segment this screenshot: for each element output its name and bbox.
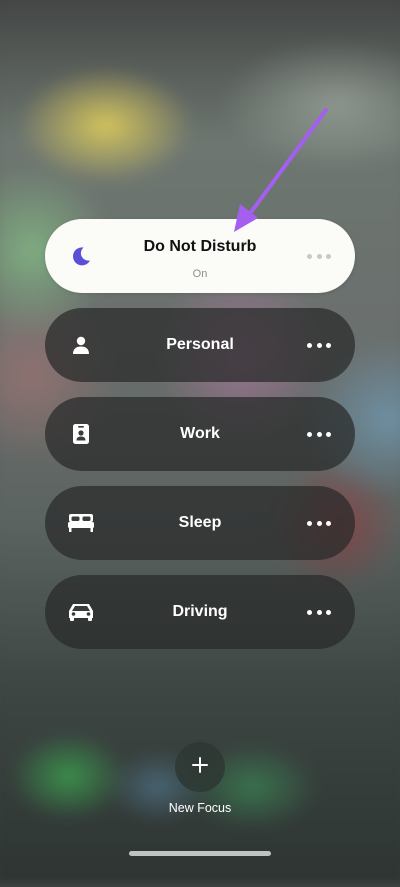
annotation-arrow xyxy=(234,108,328,232)
